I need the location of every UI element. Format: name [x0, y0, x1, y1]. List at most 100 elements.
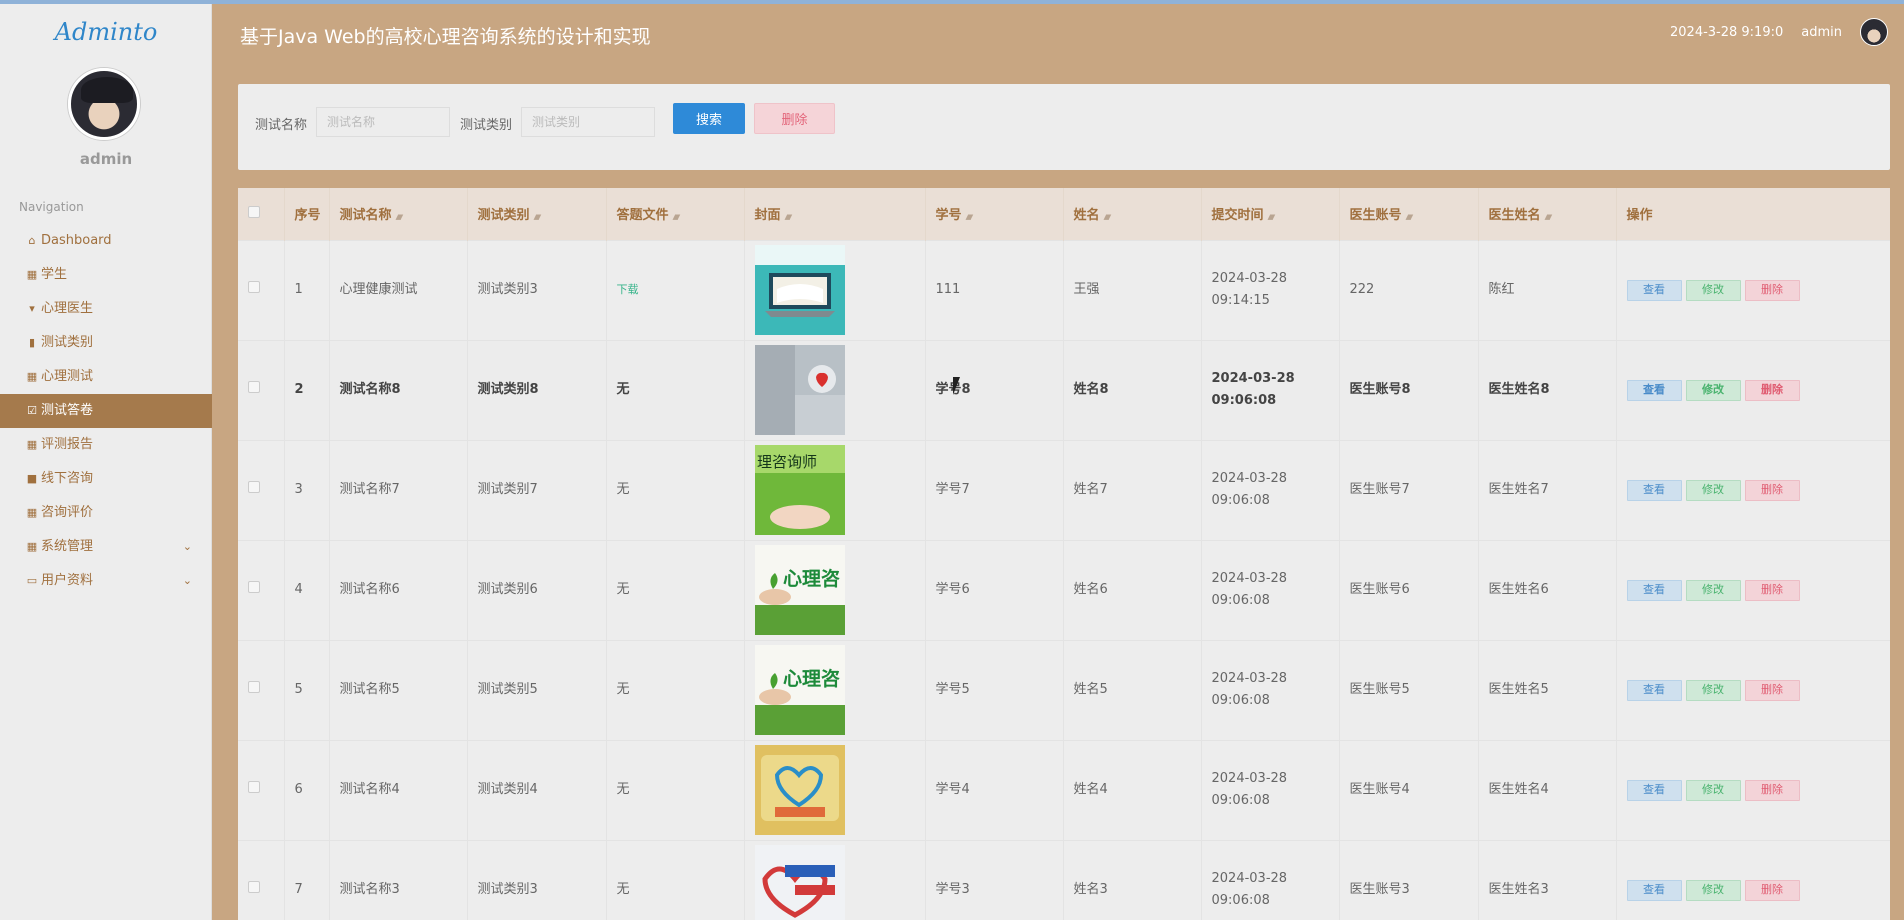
- delete-button[interactable]: 删除: [1744, 379, 1800, 401]
- cover-image-cell[interactable]: [744, 239, 926, 340]
- row-checkbox[interactable]: [248, 581, 260, 593]
- doctor-account-cell: 医生账号7: [1339, 439, 1479, 540]
- sort-icon[interactable]: ▲▼: [673, 213, 681, 221]
- column-header-7[interactable]: 提交时间 ▲▼: [1201, 188, 1340, 240]
- cover-image[interactable]: [754, 345, 925, 435]
- submit-time-cell: 2024-03-28 09:06:08: [1201, 639, 1340, 740]
- view-button[interactable]: 查看: [1626, 879, 1682, 901]
- doctor-name: 医生姓名3: [1488, 882, 1549, 898]
- sidebar-item-3[interactable]: ▮ 测试类别: [0, 326, 212, 360]
- student-id: 学号5: [935, 682, 970, 697]
- cover-image-cell[interactable]: [744, 739, 926, 840]
- sidebar-item-10[interactable]: ▭ 用户资料 ⌄: [0, 564, 212, 598]
- name-search-input[interactable]: [316, 107, 450, 137]
- sort-icon[interactable]: ▲▼: [396, 213, 404, 221]
- sidebar-item-4[interactable]: ▦ 心理测试: [0, 360, 212, 394]
- delete-button[interactable]: 删除: [1744, 879, 1800, 901]
- column-header-1[interactable]: 测试名称 ▲▼: [329, 188, 468, 240]
- doctor-account-cell: 医生账号5: [1339, 639, 1479, 740]
- student-name: 姓名4: [1073, 782, 1108, 797]
- select-all-checkbox[interactable]: [248, 205, 260, 218]
- edit-button[interactable]: 修改: [1685, 679, 1741, 701]
- header-username[interactable]: admin: [1801, 25, 1842, 40]
- edit-button[interactable]: 修改: [1685, 479, 1741, 501]
- test-type: 测试类别6: [477, 582, 538, 597]
- column-header-5[interactable]: 学号 ▲▼: [925, 188, 1064, 240]
- sidebar-item-1[interactable]: ▦ 学生: [0, 258, 212, 292]
- cover-image[interactable]: 理咨询师: [754, 445, 925, 535]
- doctor-account-cell: 医生账号6: [1339, 539, 1479, 640]
- sort-icon[interactable]: ▲▼: [1268, 213, 1276, 221]
- chevron-down-icon: ⌄: [182, 540, 192, 553]
- edit-button[interactable]: 修改: [1685, 779, 1741, 801]
- row-select-cell: [238, 739, 285, 840]
- cover-image-cell[interactable]: 心理咨: [744, 539, 926, 640]
- view-button[interactable]: 查看: [1626, 379, 1682, 401]
- cover-image[interactable]: 心理咨: [754, 545, 925, 635]
- column-header-8[interactable]: 医生账号 ▲▼: [1339, 188, 1479, 240]
- header-avatar[interactable]: [1860, 18, 1888, 46]
- sort-icon[interactable]: ▲▼: [966, 213, 974, 221]
- row-checkbox[interactable]: [248, 481, 260, 493]
- user-avatar[interactable]: [68, 68, 140, 140]
- sidebar-item-6[interactable]: ▦ 评测报告: [0, 428, 212, 462]
- svg-text:心理咨: 心理咨: [783, 567, 840, 590]
- delete-button[interactable]: 删除: [1744, 279, 1800, 301]
- cover-image-cell[interactable]: [744, 839, 926, 920]
- column-header-4[interactable]: 封面 ▲▼: [744, 188, 926, 240]
- column-header-9[interactable]: 医生姓名 ▲▼: [1478, 188, 1617, 240]
- cover-image-cell[interactable]: [744, 339, 926, 440]
- download-link[interactable]: 下载: [617, 283, 639, 296]
- row-checkbox[interactable]: [248, 281, 260, 293]
- sidebar-item-label: 心理医生: [41, 301, 94, 316]
- row-checkbox[interactable]: [248, 381, 260, 393]
- sort-icon[interactable]: ▲▼: [1545, 213, 1553, 221]
- view-button[interactable]: 查看: [1626, 479, 1682, 501]
- column-header-2[interactable]: 测试类别 ▲▼: [467, 188, 607, 240]
- column-header-3[interactable]: 答题文件 ▲▼: [606, 188, 745, 240]
- sidebar-item-0[interactable]: ⌂ Dashboard: [0, 224, 212, 258]
- cover-image[interactable]: [754, 845, 925, 920]
- sidebar-item-7[interactable]: ■ 线下咨询: [0, 462, 212, 496]
- cover-image[interactable]: 心理咨: [754, 645, 925, 735]
- row-checkbox[interactable]: [248, 881, 260, 894]
- cover-image-cell[interactable]: 理咨询师: [744, 439, 926, 540]
- sort-icon[interactable]: ▲▼: [785, 213, 793, 221]
- type-search-input[interactable]: [521, 107, 655, 137]
- sidebar-item-label: 心理测试: [41, 369, 94, 384]
- delete-button[interactable]: 删除: [1744, 779, 1800, 801]
- app-logo[interactable]: Adminto: [0, 18, 212, 46]
- batch-delete-button[interactable]: 删除: [754, 103, 835, 134]
- cover-image-cell[interactable]: 心理咨: [744, 639, 926, 740]
- delete-button[interactable]: 删除: [1744, 679, 1800, 701]
- edit-button[interactable]: 修改: [1685, 279, 1741, 301]
- delete-button[interactable]: 删除: [1744, 579, 1800, 601]
- search-button[interactable]: 搜索: [673, 103, 745, 134]
- edit-button[interactable]: 修改: [1685, 579, 1741, 601]
- test-name-cell: 测试名称5: [329, 639, 468, 740]
- delete-button[interactable]: 删除: [1744, 479, 1800, 501]
- sidebar-item-5[interactable]: ☑ 测试答卷: [0, 394, 212, 428]
- view-button[interactable]: 查看: [1626, 679, 1682, 701]
- submit-time-cell: 2024-03-28 09:14:15: [1201, 239, 1340, 340]
- row-checkbox[interactable]: [248, 681, 260, 693]
- cover-image[interactable]: [754, 245, 925, 335]
- doctor-account: 医生账号5: [1349, 682, 1410, 697]
- sidebar-item-2[interactable]: ▾ 心理医生: [0, 292, 212, 326]
- test-type-cell: 测试类别3: [467, 239, 607, 340]
- sidebar-item-8[interactable]: ▦ 咨询评价: [0, 496, 212, 530]
- edit-button[interactable]: 修改: [1685, 879, 1741, 901]
- sort-icon[interactable]: ▲▼: [534, 213, 542, 221]
- sort-icon[interactable]: ▲▼: [1104, 213, 1112, 221]
- view-button[interactable]: 查看: [1626, 779, 1682, 801]
- edit-button[interactable]: 修改: [1685, 379, 1741, 401]
- view-button[interactable]: 查看: [1626, 579, 1682, 601]
- column-header-6[interactable]: 姓名 ▲▼: [1063, 188, 1202, 240]
- cover-image[interactable]: [754, 745, 925, 835]
- view-button[interactable]: 查看: [1626, 279, 1682, 301]
- sort-icon[interactable]: ▲▼: [1406, 213, 1414, 221]
- sidebar-item-9[interactable]: ▦ 系统管理 ⌄: [0, 530, 212, 564]
- doctor-name: 医生姓名7: [1488, 482, 1549, 497]
- row-checkbox[interactable]: [248, 781, 260, 793]
- submit-time: 2024-03-28 09:06:08: [1211, 371, 1295, 408]
